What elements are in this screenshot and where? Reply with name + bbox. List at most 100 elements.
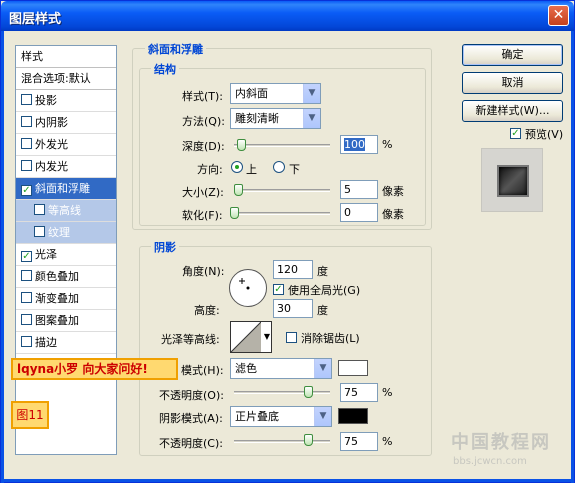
title-bar: 图层样式 ✕ xyxy=(1,1,574,31)
style-list-item[interactable]: 纹理 xyxy=(16,222,116,244)
style-list-item[interactable]: 颜色叠加 xyxy=(16,266,116,288)
style-list-item-label: 投影 xyxy=(35,94,57,107)
style-checkbox[interactable]: ✓ xyxy=(21,251,32,262)
direction-label: 方向: xyxy=(197,163,223,176)
style-list-item-label: 内阴影 xyxy=(35,116,68,129)
altitude-unit: 度 xyxy=(317,304,328,317)
altitude-input[interactable]: 30 xyxy=(273,299,313,318)
greeting-banner: lqyna小罗 向大家问好! xyxy=(11,358,178,380)
soften-slider-track[interactable] xyxy=(234,212,330,215)
altitude-label: 高度: xyxy=(194,304,220,317)
highlight-mode-label: 模式(H): xyxy=(181,364,224,377)
soften-slider-thumb[interactable] xyxy=(230,207,239,219)
style-list-item-label: 光泽 xyxy=(35,248,57,261)
style-checkbox[interactable] xyxy=(21,138,32,149)
soften-input[interactable]: 0 xyxy=(340,203,378,222)
style-list-item[interactable]: ✓ 光泽 xyxy=(16,244,116,266)
style-list-item-label: 颜色叠加 xyxy=(35,270,79,283)
window-title: 图层样式 xyxy=(9,12,62,27)
highlight-color-swatch[interactable] xyxy=(338,360,368,376)
style-list-item-label: 斜面和浮雕 xyxy=(35,182,90,195)
shadow-mode-label: 阴影模式(A): xyxy=(159,412,223,425)
style-checkbox[interactable] xyxy=(21,160,32,171)
size-input[interactable]: 5 xyxy=(340,180,378,199)
soften-value: 0 xyxy=(344,206,351,219)
depth-slider-thumb[interactable] xyxy=(237,139,246,151)
style-list-item-label: 等高线 xyxy=(48,204,81,217)
style-list-item[interactable]: 渐变叠加 xyxy=(16,288,116,310)
antialias-label: 消除锯齿(L) xyxy=(301,332,360,345)
technique-select[interactable]: 雕刻清晰 ▼ xyxy=(230,108,321,129)
style-list-item-label: 外发光 xyxy=(35,138,68,151)
direction-down-radio[interactable] xyxy=(273,161,285,173)
depth-input[interactable]: 100 xyxy=(340,135,378,154)
angle-input[interactable]: 120 xyxy=(273,260,313,279)
angle-dial[interactable] xyxy=(229,269,267,307)
size-slider-track[interactable] xyxy=(234,189,330,192)
soften-unit: 像素 xyxy=(382,208,404,221)
style-list-header[interactable]: 样式 xyxy=(16,46,116,68)
style-list-item-label: 纹理 xyxy=(48,226,70,239)
preview-checkbox[interactable]: ✓ xyxy=(510,128,521,139)
chevron-down-icon: ▼ xyxy=(303,84,320,103)
style-checkbox[interactable] xyxy=(21,314,32,325)
style-list-item-label: 内发光 xyxy=(35,160,68,173)
style-select[interactable]: 内斜面 ▼ xyxy=(230,83,321,104)
gloss-contour-picker[interactable]: ▼ xyxy=(230,321,272,353)
shadow-opacity-value: 75 xyxy=(344,435,358,448)
altitude-value: 30 xyxy=(277,302,291,315)
shadow-mode-select[interactable]: 正片叠底 ▼ xyxy=(230,406,332,427)
style-list-item[interactable]: 图案叠加 xyxy=(16,310,116,332)
cancel-button[interactable]: 取消 xyxy=(462,72,563,94)
ok-button[interactable]: 确定 xyxy=(462,44,563,66)
depth-slider-track[interactable] xyxy=(234,144,330,147)
highlight-opacity-thumb[interactable] xyxy=(304,386,313,398)
style-list-item-label: 图案叠加 xyxy=(35,314,79,327)
style-checkbox[interactable] xyxy=(21,270,32,281)
style-list-item[interactable]: 投影 xyxy=(16,90,116,112)
highlight-opacity-input[interactable]: 75 xyxy=(340,383,378,402)
shadow-opacity-input[interactable]: 75 xyxy=(340,432,378,451)
direction-up-label: 上 xyxy=(246,163,257,176)
style-list-item[interactable]: 描边 xyxy=(16,332,116,354)
layer-style-dialog: 图层样式 ✕ 样式 混合选项:默认 投影 内阴影 外发光 内发光 ✓ 斜面和浮雕 等高线 纹理… xyxy=(0,0,575,483)
shadow-color-swatch[interactable] xyxy=(338,408,368,424)
shadow-opacity-track[interactable] xyxy=(234,440,330,443)
highlight-mode-select[interactable]: 滤色 ▼ xyxy=(230,358,332,379)
frame-left xyxy=(1,31,4,483)
style-list-item[interactable]: 等高线 xyxy=(16,200,116,222)
bevel-emboss-title: 斜面和浮雕 xyxy=(145,41,206,57)
highlight-opacity-track[interactable] xyxy=(234,391,330,394)
preview-thumbnail xyxy=(481,148,543,212)
chevron-down-icon: ▼ xyxy=(314,359,331,378)
antialias-checkbox[interactable] xyxy=(286,332,297,343)
style-checkbox[interactable] xyxy=(34,204,45,215)
size-slider-thumb[interactable] xyxy=(234,184,243,196)
new-style-button[interactable]: 新建样式(W)... xyxy=(462,100,563,122)
style-checkbox[interactable]: ✓ xyxy=(21,185,32,196)
angle-unit: 度 xyxy=(317,265,328,278)
style-list-item[interactable]: 内阴影 xyxy=(16,112,116,134)
preview-label: 预览(V) xyxy=(525,128,564,141)
depth-value: 100 xyxy=(344,138,365,151)
size-unit: 像素 xyxy=(382,185,404,198)
blending-options-item[interactable]: 混合选项:默认 xyxy=(16,68,116,90)
style-checkbox[interactable] xyxy=(34,226,45,237)
structure-title: 结构 xyxy=(151,61,179,77)
style-checkbox[interactable] xyxy=(21,292,32,303)
global-light-checkbox[interactable]: ✓ xyxy=(273,284,284,295)
gloss-contour-label: 光泽等高线: xyxy=(161,333,220,346)
soften-label: 软化(F): xyxy=(182,209,223,222)
shadow-opacity-thumb[interactable] xyxy=(304,434,313,446)
close-button[interactable]: ✕ xyxy=(548,5,569,26)
direction-up-radio[interactable] xyxy=(231,161,243,173)
style-list-item[interactable]: 外发光 xyxy=(16,134,116,156)
style-checkbox[interactable] xyxy=(21,116,32,127)
style-checkbox[interactable] xyxy=(21,336,32,347)
style-checkbox[interactable] xyxy=(21,94,32,105)
watermark-url: bbs.jcwcn.com xyxy=(453,456,527,467)
style-list-item[interactable]: ✓ 斜面和浮雕 xyxy=(16,178,116,200)
highlight-opacity-unit: % xyxy=(382,386,393,399)
angle-dial-graphic xyxy=(239,278,250,290)
style-list-item[interactable]: 内发光 xyxy=(16,156,116,178)
